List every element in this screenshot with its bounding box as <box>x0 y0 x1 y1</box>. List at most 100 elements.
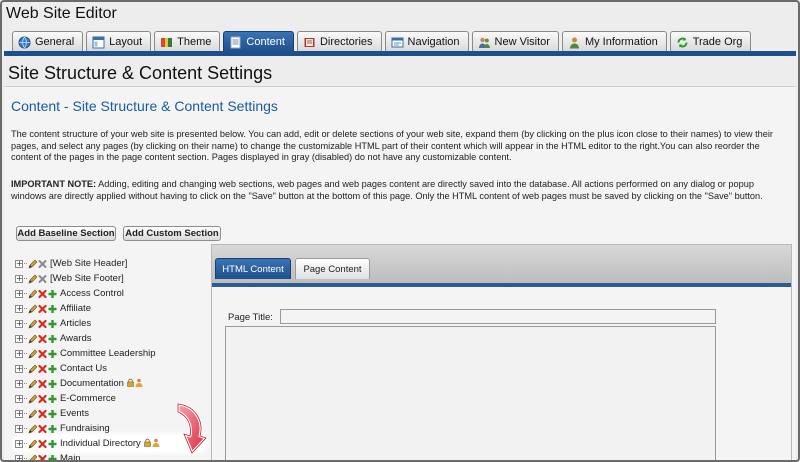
tree-item[interactable]: + [Web Site Footer] <box>15 271 205 286</box>
tree-connector <box>24 458 27 459</box>
delete-icon[interactable] <box>38 364 47 374</box>
page-title-input[interactable] <box>280 309 716 324</box>
tree-item[interactable]: + Contact Us <box>15 361 205 376</box>
delete-icon[interactable] <box>38 394 47 404</box>
layout-icon <box>92 36 105 49</box>
add-custom-section-button[interactable]: Add Custom Section <box>123 226 221 241</box>
add-icon[interactable] <box>48 394 57 404</box>
edit-icon[interactable] <box>28 349 37 359</box>
tree-item-label[interactable]: Access Control <box>60 288 124 299</box>
delete-icon[interactable] <box>38 439 47 449</box>
delete-icon[interactable] <box>38 289 47 299</box>
expand-icon[interactable]: + <box>15 409 23 418</box>
tree-item-label[interactable]: Affiliate <box>60 303 91 314</box>
tab-layout[interactable]: Layout <box>86 31 152 52</box>
add-icon[interactable] <box>48 454 57 460</box>
edit-icon[interactable] <box>28 259 37 269</box>
tab-navigation[interactable]: Navigation <box>384 31 469 52</box>
edit-icon[interactable] <box>28 289 37 299</box>
expand-icon[interactable]: + <box>15 259 23 268</box>
expand-icon[interactable]: + <box>15 319 23 328</box>
add-icon[interactable] <box>48 379 57 389</box>
tab-trade-org[interactable]: Trade Org <box>669 31 752 52</box>
add-icon[interactable] <box>48 319 57 329</box>
expand-icon[interactable]: + <box>15 304 23 313</box>
add-baseline-section-button[interactable]: Add Baseline Section <box>16 226 116 241</box>
expand-icon[interactable]: + <box>15 334 23 343</box>
tree-item-label[interactable]: Main <box>60 453 81 460</box>
expand-icon[interactable]: + <box>15 379 23 388</box>
tree-item-label[interactable]: Articles <box>60 318 91 329</box>
edit-icon[interactable] <box>28 304 37 314</box>
edit-icon[interactable] <box>28 379 37 389</box>
tree-item-label[interactable]: Awards <box>60 333 92 344</box>
tree-item-label[interactable]: [Web Site Footer] <box>50 273 124 284</box>
note-label: IMPORTANT NOTE: <box>11 179 97 189</box>
tree-item-label[interactable]: [Web Site Header] <box>50 258 127 269</box>
tab-general[interactable]: General <box>12 31 84 52</box>
expand-icon[interactable]: + <box>15 349 23 358</box>
tree-connector <box>24 308 27 309</box>
tree-connector <box>24 368 27 369</box>
expand-icon[interactable]: + <box>15 274 23 283</box>
add-icon[interactable] <box>48 424 57 434</box>
tree-item-label[interactable]: Events <box>60 408 89 419</box>
tree-item[interactable]: + [Web Site Header] <box>15 256 205 271</box>
tree-item-label[interactable]: Documentation <box>60 378 124 389</box>
edit-icon[interactable] <box>28 364 37 374</box>
tab-new-visitor[interactable]: New Visitor <box>471 31 559 52</box>
expand-icon[interactable]: + <box>15 424 23 433</box>
tree-item-label[interactable]: Committee Leadership <box>60 348 156 359</box>
delete-icon[interactable] <box>38 334 47 344</box>
add-icon[interactable] <box>48 439 57 449</box>
tab-page-content[interactable]: Page Content <box>295 258 370 279</box>
expand-icon[interactable]: + <box>15 394 23 403</box>
expand-icon[interactable]: + <box>15 364 23 373</box>
delete-icon[interactable] <box>38 304 47 314</box>
delete-icon[interactable] <box>38 349 47 359</box>
tree-item[interactable]: + Committee Leadership <box>15 346 205 361</box>
delete-icon[interactable] <box>38 379 47 389</box>
tree-item[interactable]: + Affiliate <box>15 301 205 316</box>
tree-item-label[interactable]: Contact Us <box>60 363 107 374</box>
tab-my-information[interactable]: My Information <box>561 31 667 52</box>
tab-content[interactable]: Content <box>223 31 294 52</box>
edit-icon[interactable] <box>28 334 37 344</box>
expand-icon[interactable]: + <box>15 289 23 298</box>
add-icon[interactable] <box>48 364 57 374</box>
add-icon[interactable] <box>48 334 57 344</box>
tab-html-content[interactable]: HTML Content <box>215 258 291 279</box>
tab-theme[interactable]: Theme <box>154 31 221 52</box>
edit-icon[interactable] <box>28 394 37 404</box>
delete-icon[interactable] <box>38 424 47 434</box>
edit-icon[interactable] <box>28 424 37 434</box>
tree-item-label[interactable]: Fundraising <box>60 423 110 434</box>
add-icon[interactable] <box>48 409 57 419</box>
tree-item[interactable]: + Awards <box>15 331 205 346</box>
edit-icon[interactable] <box>28 409 37 419</box>
tree-item[interactable]: + Articles <box>15 316 205 331</box>
restriction-icons <box>127 378 143 390</box>
delete-icon[interactable] <box>38 274 47 284</box>
edit-icon[interactable] <box>28 439 37 449</box>
add-icon[interactable] <box>48 289 57 299</box>
delete-icon[interactable] <box>38 409 47 419</box>
tree-item[interactable]: + Access Control <box>15 286 205 301</box>
delete-icon[interactable] <box>38 319 47 329</box>
expand-icon[interactable]: + <box>15 439 23 448</box>
add-icon[interactable] <box>48 304 57 314</box>
edit-icon[interactable] <box>28 274 37 284</box>
edit-icon[interactable] <box>28 319 37 329</box>
delete-icon[interactable] <box>38 454 47 460</box>
tree-item-label[interactable]: Individual Directory <box>60 438 141 449</box>
tree-item[interactable]: + Documentation <box>15 376 205 391</box>
tree-item-label[interactable]: E-Commerce <box>60 393 116 404</box>
edit-icon[interactable] <box>28 454 37 460</box>
person-icon <box>568 36 581 49</box>
editor-tab-bar: HTML Content Page Content <box>212 245 791 287</box>
delete-icon[interactable] <box>38 259 47 269</box>
html-editor-area[interactable] <box>225 326 716 460</box>
add-icon[interactable] <box>48 349 57 359</box>
expand-icon[interactable]: + <box>15 454 23 460</box>
tab-directories[interactable]: Directories <box>296 31 382 52</box>
